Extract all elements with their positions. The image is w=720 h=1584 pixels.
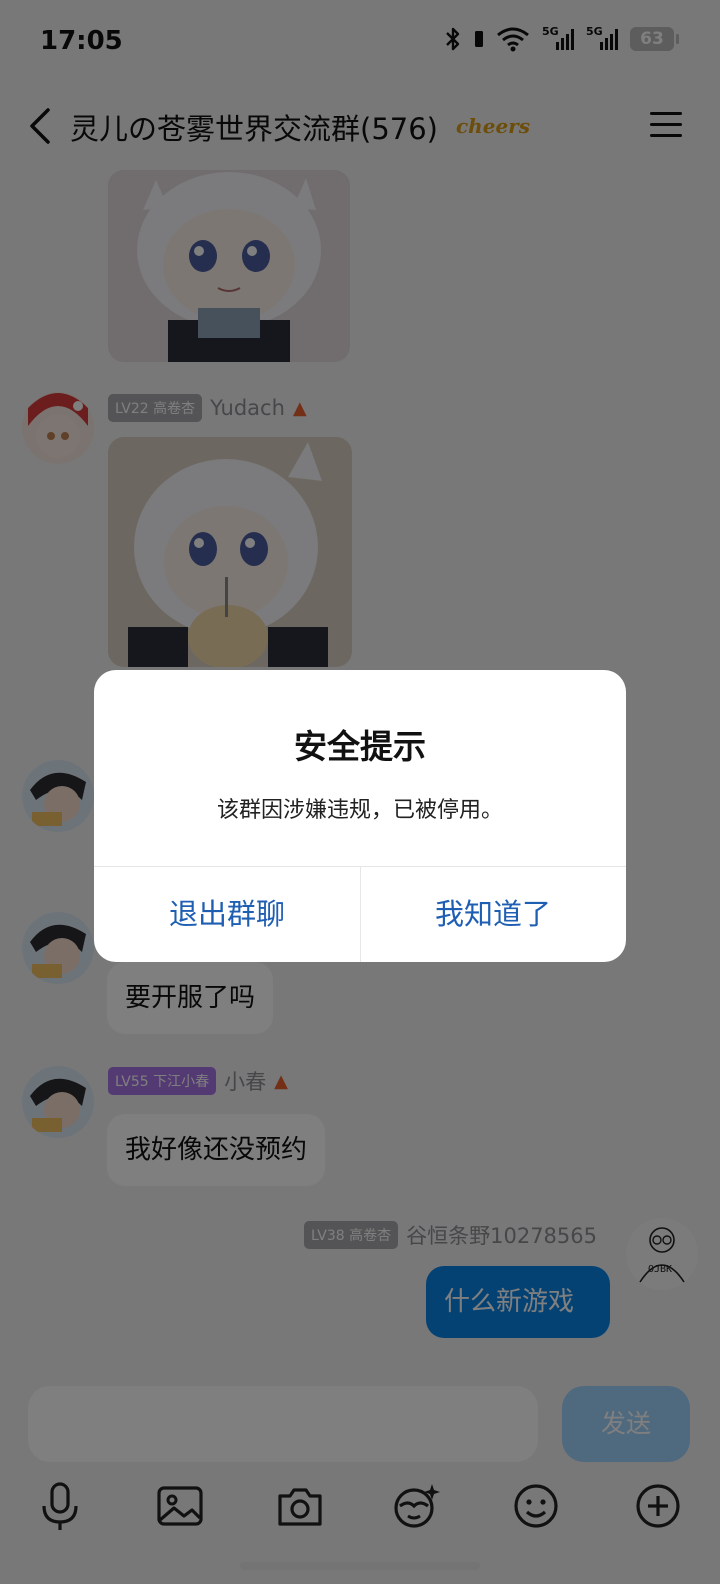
dialog-message: 该群因涉嫌违规，已被停用。 xyxy=(216,798,503,823)
dialog-title: 安全提示 xyxy=(294,727,426,766)
security-alert-dialog: 安全提示 该群因涉嫌违规，已被停用。 退出群聊 我知道了 xyxy=(94,670,626,962)
acknowledge-button[interactable]: 我知道了 xyxy=(360,866,626,962)
exit-group-button[interactable]: 退出群聊 xyxy=(94,866,360,962)
